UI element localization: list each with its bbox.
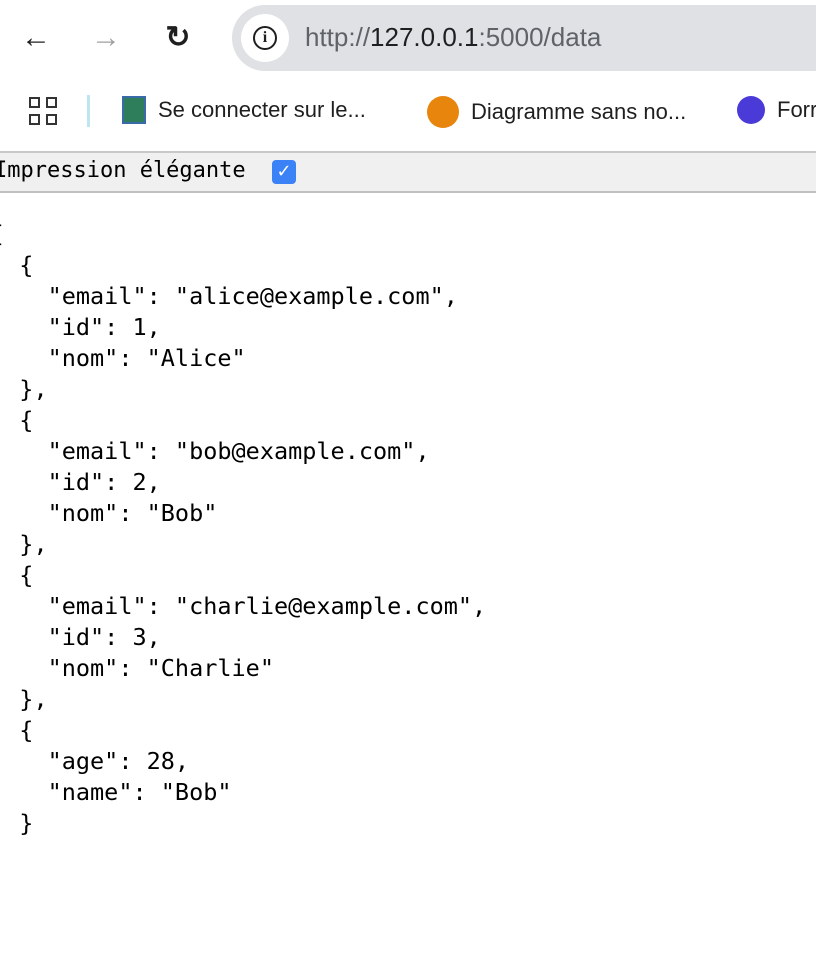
url-path: :5000/data (478, 22, 602, 52)
bookmark-diagramme[interactable]: Diagramme sans no... (427, 96, 686, 128)
json-content: [ { "email": "alice@example.com", "id": … (0, 220, 487, 868)
url-text[interactable]: http://127.0.0.1:5000/data (305, 22, 601, 53)
bookmarks-bar: Se connecter sur le... Diagramme sans no… (0, 86, 816, 136)
pretty-print-checkbox[interactable]: ✓ (272, 160, 296, 184)
back-arrow-icon[interactable]: ← (20, 22, 52, 54)
forward-arrow-icon[interactable]: → (90, 22, 122, 54)
bookmarks-divider (87, 95, 90, 127)
url-scheme: http:// (305, 22, 371, 52)
url-host: 127.0.0.1 (370, 22, 479, 52)
site-info-button[interactable]: i (241, 14, 289, 62)
bookmark-esme[interactable]: Se connecter sur le... (122, 96, 366, 124)
bookmark-label: Forr (777, 97, 816, 122)
reload-icon[interactable]: ↻ (162, 22, 194, 54)
bookmark-label: Diagramme sans no... (471, 99, 687, 124)
drawio-icon (427, 96, 459, 128)
info-icon: i (253, 26, 277, 50)
browser-nav-bar: ← → ↻ i http://127.0.0.1:5000/data (0, 0, 816, 78)
json-viewer-toolbar: Impression élégante ✓ (0, 151, 816, 193)
forms-icon (737, 96, 765, 124)
address-bar[interactable]: i http://127.0.0.1:5000/data (232, 5, 816, 71)
pretty-print-label: Impression élégante (0, 158, 246, 183)
apps-grid-icon[interactable] (29, 97, 57, 125)
bookmark-label: Se connecter sur le... (158, 97, 366, 122)
bookmark-forms[interactable]: Forr (737, 96, 816, 124)
esme-icon (122, 96, 146, 124)
